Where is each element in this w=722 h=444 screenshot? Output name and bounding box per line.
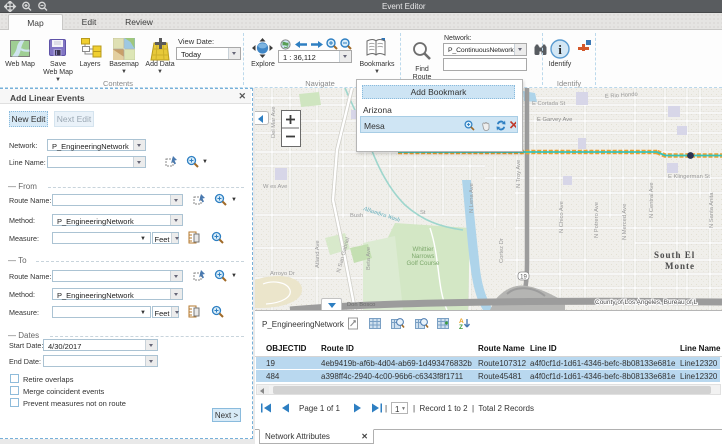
svg-text:Narrows: Narrows: [411, 253, 434, 260]
svg-text:Cortez Dr: Cortez Dr: [499, 238, 505, 263]
svg-text:County of Los Angeles, Bureau: County of Los Angeles, Bureau of L: [595, 299, 698, 306]
svg-text:N Potrero Ave: N Potrero Ave: [594, 202, 600, 238]
svg-text:South El: South El: [654, 250, 695, 260]
svg-text:N Troy Ave: N Troy Ave: [516, 160, 522, 188]
svg-text:N Central Ave: N Central Ave: [649, 182, 655, 218]
svg-text:N Santa Anita: N Santa Anita: [709, 192, 715, 228]
svg-text:Don Bosco: Don Bosco: [347, 302, 375, 308]
svg-text:Golf Course: Golf Course: [406, 260, 440, 267]
svg-text:Monte: Monte: [665, 261, 695, 271]
svg-text:W es Ave: W es Ave: [263, 184, 287, 190]
svg-text:N Chico Ave: N Chico Ave: [559, 201, 565, 233]
svg-text:Del Mar Ave: Del Mar Ave: [271, 107, 277, 138]
svg-text:Whittier: Whittier: [413, 246, 434, 253]
svg-text:E Klingerman St: E Klingerman St: [668, 174, 710, 180]
svg-text:E Cortada St: E Cortada St: [532, 101, 566, 107]
svg-text:N Lena Ave: N Lena Ave: [469, 183, 475, 213]
svg-text:Arroyo Dr: Arroyo Dr: [270, 271, 295, 277]
svg-text:E Garvey Ave: E Garvey Ave: [537, 117, 572, 123]
svg-text:Page 1 of 1: Page 1 of 1: [299, 404, 340, 413]
svg-text:i: i: [558, 42, 562, 57]
svg-text:19: 19: [520, 275, 527, 281]
svg-text:Bush: Bush: [350, 213, 363, 219]
svg-text:N Merced Ave: N Merced Ave: [622, 204, 628, 240]
svg-text:Z: Z: [459, 324, 463, 330]
svg-text:Beta Ave: Beta Ave: [366, 247, 372, 270]
svg-text:St: St: [420, 210, 426, 216]
svg-text:Atland Ave: Atland Ave: [315, 240, 321, 268]
